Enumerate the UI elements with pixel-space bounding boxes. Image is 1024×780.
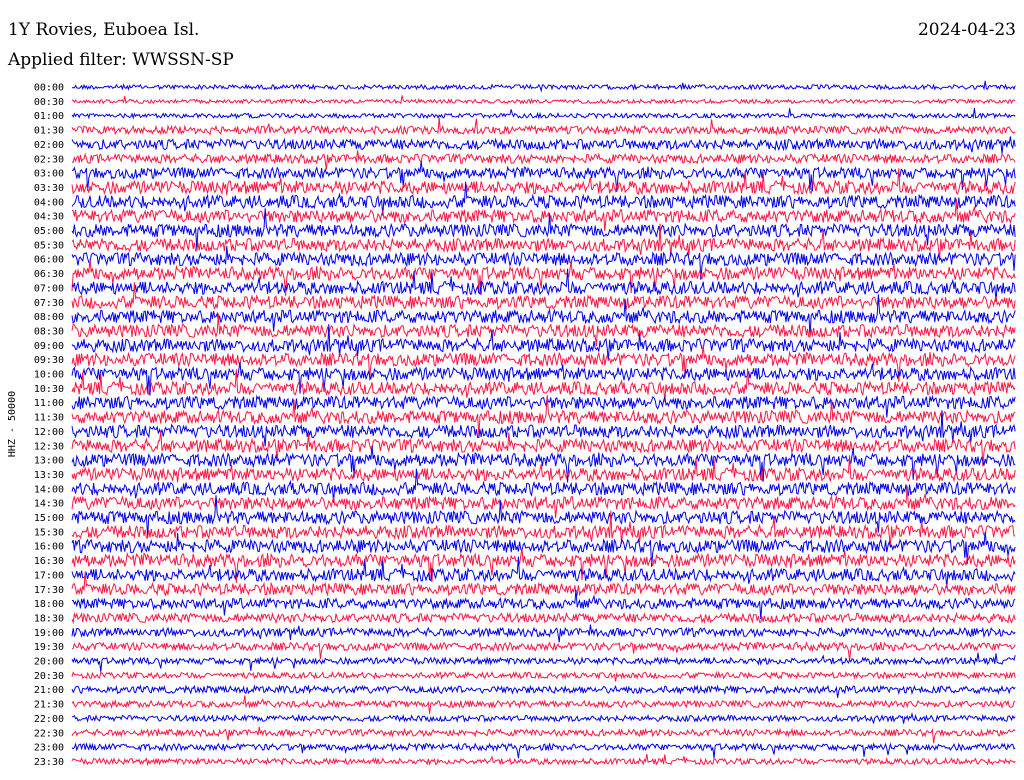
time-tick-label: 01:30: [34, 126, 64, 137]
time-tick-label: 05:00: [34, 226, 64, 237]
time-tick-label: 01:00: [34, 111, 64, 122]
time-tick-label: 14:30: [34, 499, 64, 510]
time-tick-label: 13:30: [34, 470, 64, 481]
time-tick-label: 18:30: [34, 613, 64, 624]
time-tick-label: 06:00: [34, 255, 64, 266]
date-label: 2024-04-23: [917, 20, 1016, 40]
time-tick-label: 18:00: [34, 599, 64, 610]
station-title: 1Y Rovies, Euboea Isl.: [8, 20, 200, 40]
trace-row: [71, 695, 1016, 714]
time-tick-label: 22:30: [34, 728, 64, 739]
y-axis-label: HHZ - 50000: [7, 391, 18, 457]
trace-row: [71, 641, 1016, 661]
time-tick-label: 08:00: [34, 312, 64, 323]
time-tick-label: 12:00: [34, 427, 64, 438]
trace-row: [71, 684, 1016, 698]
time-tick-label: 02:00: [34, 140, 64, 151]
time-tick-label: 07:30: [34, 298, 64, 309]
trace-row: [71, 624, 1016, 643]
time-tick-label: 14:00: [34, 484, 64, 495]
time-tick-label: 15:30: [34, 527, 64, 538]
time-tick-label: 02:30: [34, 154, 64, 165]
time-tick-labels: 00:00 00:30 01:00 01:30 02:00 02:30 03:00 03:30…: [34, 83, 64, 768]
time-tick-label: 11:30: [34, 413, 64, 424]
trace-row: [71, 108, 1016, 120]
trace-row: [71, 80, 1016, 93]
trace-row: [71, 150, 1016, 170]
time-tick-label: 20:00: [34, 657, 64, 668]
time-tick-label: 12:30: [34, 441, 64, 452]
time-tick-label: 05:30: [34, 240, 64, 251]
time-tick-label: 15:00: [34, 513, 64, 524]
time-tick-label: 19:30: [34, 642, 64, 653]
trace-row: [71, 742, 1016, 759]
time-tick-label: 19:00: [34, 628, 64, 639]
time-tick-label: 20:30: [34, 671, 64, 682]
trace-row: [71, 95, 1016, 105]
time-tick-label: 21:00: [34, 685, 64, 696]
time-tick-label: 09:30: [34, 355, 64, 366]
trace-row: [71, 117, 1016, 136]
trace-row: [71, 313, 1016, 346]
time-tick-label: 13:00: [34, 456, 64, 467]
time-tick-label: 06:30: [34, 269, 64, 280]
time-tick-label: 07:00: [34, 283, 64, 294]
filter-label: Applied filter: WWSSN-SP: [8, 50, 234, 70]
trace-row: [71, 611, 1016, 625]
trace-row: [71, 548, 1016, 583]
time-tick-label: 10:00: [34, 370, 64, 381]
time-tick-label: 00:30: [34, 97, 64, 108]
trace-row: [71, 670, 1016, 682]
time-tick-label: 17:00: [34, 570, 64, 581]
time-tick-label: 17:30: [34, 585, 64, 596]
time-tick-label: 22:00: [34, 714, 64, 725]
time-tick-label: 04:00: [34, 197, 64, 208]
seismogram-plot: 00:00 00:30 01:00 01:30 02:00 02:30 03:00 03:30…: [7, 80, 1016, 768]
time-tick-label: 16:00: [34, 542, 64, 553]
time-tick-label: 23:00: [34, 743, 64, 754]
trace-row: [71, 726, 1016, 744]
time-tick-label: 16:30: [34, 556, 64, 567]
time-tick-label: 23:30: [34, 757, 64, 768]
time-tick-label: 03:30: [34, 183, 64, 194]
trace-row: [71, 753, 1016, 767]
trace-row: [71, 362, 1016, 396]
time-tick-label: 04:30: [34, 212, 64, 223]
time-tick-label: 11:00: [34, 398, 64, 409]
time-tick-label: 08:30: [34, 326, 64, 337]
time-tick-label: 00:00: [34, 83, 64, 94]
time-tick-label: 10:30: [34, 384, 64, 395]
helicorder-traces: [71, 80, 1016, 767]
time-tick-label: 21:30: [34, 700, 64, 711]
trace-row: [71, 136, 1016, 154]
time-tick-label: 09:00: [34, 341, 64, 352]
trace-row: [71, 711, 1016, 725]
trace-row: [71, 652, 1016, 672]
time-tick-label: 03:00: [34, 169, 64, 180]
